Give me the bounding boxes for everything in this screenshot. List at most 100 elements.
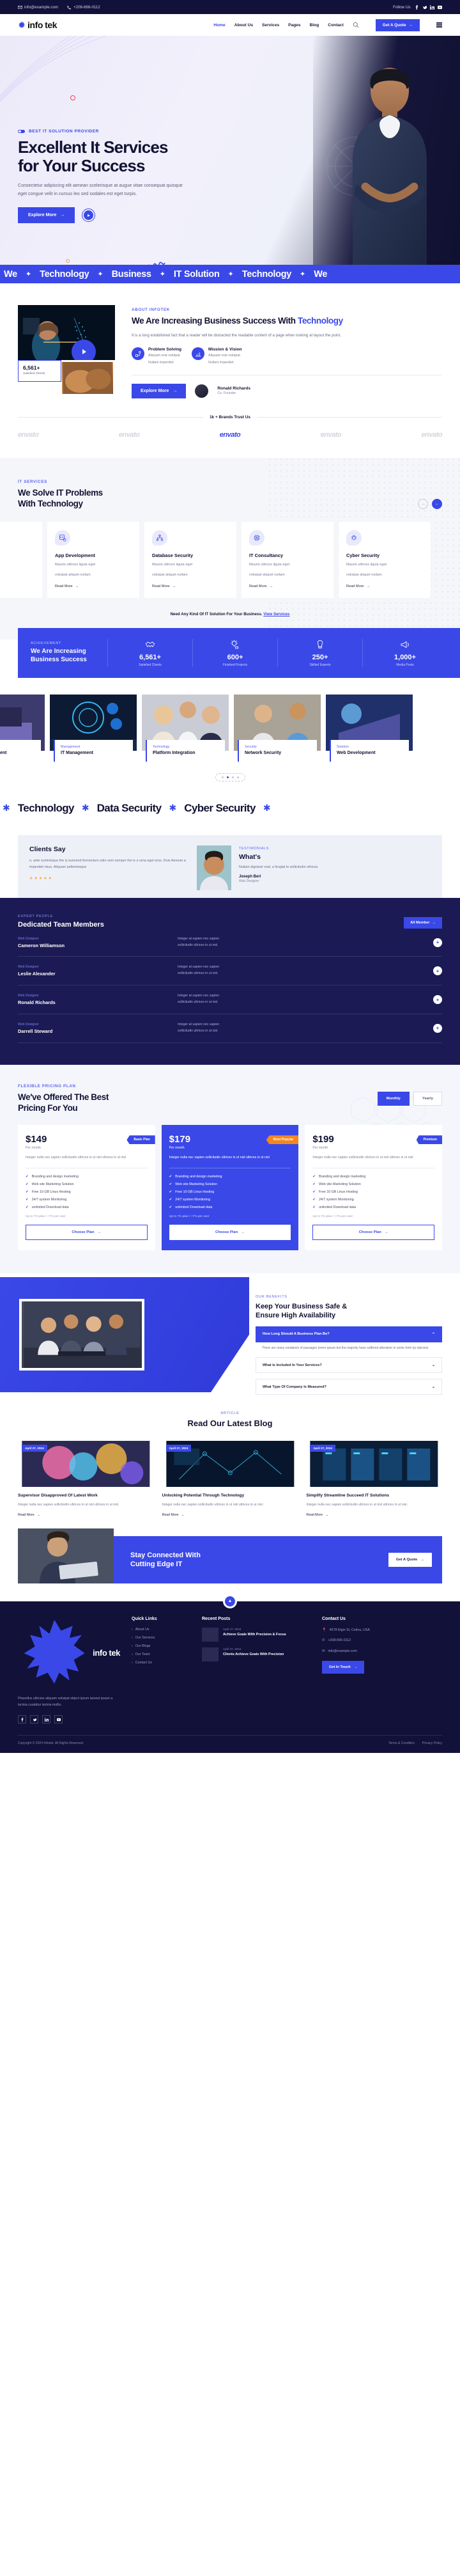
team-member-row[interactable]: Web Designer Cameron Williamson Integer … bbox=[18, 929, 442, 957]
brand-logo-4[interactable]: envato bbox=[422, 431, 443, 439]
linkedin-icon[interactable] bbox=[42, 1715, 50, 1724]
facebook-icon[interactable] bbox=[18, 1715, 26, 1724]
service-card[interactable]: Database Security Mauris ultrices ligula… bbox=[144, 522, 236, 598]
service-card[interactable]: Cyber Security Mauris ultrices ligula eg… bbox=[339, 522, 431, 598]
nav-item-home[interactable]: Home bbox=[213, 23, 225, 27]
expand-plus-icon[interactable]: + bbox=[433, 995, 442, 1005]
blog-card[interactable]: April 27, 2024 Supervisor Disapproved Of… bbox=[18, 1441, 154, 1517]
blog-read-more-link[interactable]: Read More → bbox=[162, 1513, 298, 1517]
hero-play-button[interactable] bbox=[82, 208, 96, 223]
arrow-up-icon[interactable]: ▲ bbox=[223, 1594, 237, 1608]
nav-item-pages[interactable]: Pages bbox=[288, 23, 300, 27]
about-video-thumbnail[interactable] bbox=[18, 305, 115, 366]
project-card[interactable]: Solution Web Development bbox=[326, 694, 413, 762]
team-member-row[interactable]: Web Designer Leslie Alexander Integer at… bbox=[18, 957, 442, 986]
privacy-link[interactable]: Privacy Policy bbox=[422, 1741, 442, 1745]
facebook-icon[interactable] bbox=[415, 4, 419, 10]
nav-item-contact[interactable]: Contact bbox=[328, 23, 344, 27]
footer-contact-phone[interactable]: ✆ +208-666-0112 bbox=[322, 1638, 442, 1643]
service-read-more-link[interactable]: Read More→ bbox=[55, 585, 132, 588]
footer-recent-post[interactable]: April 27, 2024 Clients Achieve Goals Wit… bbox=[202, 1647, 310, 1661]
service-desc-1: Mauris ultrices ligula eget bbox=[0, 562, 34, 569]
services-carousel[interactable]: Cyber Security Mauris ultrices ligula eg… bbox=[0, 522, 460, 598]
phone-contact[interactable]: +208-666-0112 bbox=[67, 5, 100, 10]
hamburger-icon[interactable] bbox=[436, 22, 442, 27]
team-member-line2: sollicitudin ultrices in ut nisl. bbox=[178, 1000, 218, 1005]
youtube-icon[interactable] bbox=[54, 1715, 63, 1724]
get-a-quote-button[interactable]: Get A Quote → bbox=[375, 19, 420, 31]
pricing-feature: ✔ unlimited Download data bbox=[169, 1206, 291, 1209]
footer-quick-links-title: Quick Links bbox=[132, 1616, 157, 1621]
about-explore-more-button[interactable]: Explore More → bbox=[132, 383, 187, 398]
footer-bottom-bar: Copyright © 2024 Infotek. All Rights Res… bbox=[18, 1735, 442, 1753]
check-icon: ✔ bbox=[312, 1198, 316, 1202]
email-contact[interactable]: info@example.com bbox=[18, 5, 58, 10]
nav-item-blog[interactable]: Blog bbox=[310, 23, 319, 27]
faq-item-2[interactable]: What Type Of Company Is Measured? ⌄ bbox=[256, 1379, 442, 1395]
nav-item-about-us[interactable]: About Us bbox=[234, 23, 253, 27]
choose-plan-button[interactable]: Choose Plan → bbox=[26, 1225, 148, 1241]
blog-post-excerpt: Integer nulla nec sapien sollicitudin ul… bbox=[18, 1502, 119, 1507]
carousel-dot-active[interactable] bbox=[226, 776, 229, 778]
nav-item-services[interactable]: Services bbox=[262, 23, 279, 27]
service-read-more-link[interactable]: Read More→ bbox=[152, 585, 229, 588]
blog-read-more-link[interactable]: Read More → bbox=[306, 1513, 442, 1517]
service-card[interactable]: Cyber Security Mauris ultrices ligula eg… bbox=[0, 522, 42, 598]
toggle-monthly[interactable]: Monthly bbox=[377, 1092, 410, 1106]
youtube-icon[interactable] bbox=[438, 5, 442, 10]
project-card[interactable]: Development App Development bbox=[0, 694, 45, 762]
hero-explore-more-button[interactable]: Explore More → bbox=[18, 207, 75, 224]
expand-plus-icon[interactable]: + bbox=[433, 938, 442, 947]
projects-carousel[interactable]: Development App Development Management I… bbox=[0, 694, 460, 762]
linkedin-icon[interactable] bbox=[430, 4, 434, 10]
services-prev-button[interactable]: ← bbox=[432, 499, 442, 510]
service-read-more-link[interactable]: Read More→ bbox=[249, 585, 326, 588]
project-card[interactable]: Security Network Security bbox=[234, 694, 321, 762]
carousel-dot[interactable] bbox=[231, 776, 234, 778]
service-read-more-link[interactable]: Read More→ bbox=[0, 585, 34, 588]
services-next-button[interactable]: → bbox=[418, 499, 428, 510]
footer-link-item[interactable]: › Our Team bbox=[132, 1653, 190, 1656]
get-in-touch-button[interactable]: Get In Touch → bbox=[322, 1661, 365, 1674]
service-card[interactable]: App Development Mauris ultrices ligula e… bbox=[47, 522, 139, 598]
brand-logo-2[interactable]: envato bbox=[220, 431, 241, 439]
toggle-yearly[interactable]: Yearly bbox=[413, 1092, 442, 1106]
service-card[interactable]: IT Consultancy Mauris ultrices ligula eg… bbox=[241, 522, 334, 598]
brand-logo-1[interactable]: envato bbox=[119, 431, 140, 439]
view-services-link[interactable]: View Services bbox=[263, 612, 289, 617]
expand-plus-icon[interactable]: + bbox=[433, 966, 442, 976]
chevron-down-icon: ⌄ bbox=[431, 1385, 435, 1390]
footer-link-item[interactable]: › Contact Us bbox=[132, 1661, 190, 1665]
search-icon[interactable] bbox=[353, 22, 359, 28]
carousel-dot[interactable] bbox=[236, 776, 239, 778]
all-members-button[interactable]: All Member → bbox=[404, 916, 442, 929]
footer-link-item[interactable]: › Our Blogs bbox=[132, 1644, 190, 1648]
blog-read-more-link[interactable]: Read More → bbox=[18, 1513, 154, 1517]
blog-card[interactable]: April 27, 2024 Unlocking Potential Throu… bbox=[162, 1441, 298, 1517]
footer-link-item[interactable]: › About Us bbox=[132, 1628, 190, 1631]
faq-item-1[interactable]: What Is Included In Your Services? ⌄ bbox=[256, 1357, 442, 1374]
team-member-row[interactable]: Web Designer Darrell Steward Integer at … bbox=[18, 1014, 442, 1043]
project-card[interactable]: Technology Platform Integration bbox=[142, 694, 229, 762]
logo[interactable]: info tek bbox=[18, 20, 57, 30]
service-read-more-link[interactable]: Read More→ bbox=[346, 585, 423, 588]
footer-logo[interactable]: info tek bbox=[18, 1617, 120, 1690]
choose-plan-button[interactable]: Choose Plan → bbox=[312, 1225, 435, 1241]
cta-quote-button[interactable]: Get A Quote → bbox=[388, 1552, 432, 1567]
footer-recent-post[interactable]: April 27, 2024 Achieve Goals With Precis… bbox=[202, 1627, 310, 1642]
twitter-icon[interactable] bbox=[30, 1715, 38, 1724]
choose-plan-button[interactable]: Choose Plan → bbox=[169, 1225, 291, 1241]
footer-link-item[interactable]: › Our Services bbox=[132, 1636, 190, 1640]
footer-contact-email[interactable]: ✉ info@example.com bbox=[322, 1649, 442, 1654]
blog-card[interactable]: April 27, 2024 Simplify Streamline Succe… bbox=[306, 1441, 442, 1517]
twitter-icon[interactable] bbox=[422, 5, 427, 10]
faq-item-0[interactable]: How Long Should A Business Plan Be? ⌃ bbox=[256, 1326, 442, 1342]
brand-logo-3[interactable]: envato bbox=[321, 431, 342, 439]
terms-link[interactable]: Terms & Condition bbox=[388, 1741, 415, 1745]
project-card[interactable]: Management IT Management bbox=[50, 694, 137, 762]
carousel-dot[interactable] bbox=[221, 776, 224, 778]
footer-quick-links-column: Quick Links › About Us › Our Services › Our… bbox=[132, 1617, 190, 1724]
team-member-row[interactable]: Web Designer Ronald Richards Integer at … bbox=[18, 986, 442, 1014]
expand-plus-icon[interactable]: + bbox=[433, 1023, 442, 1033]
brand-logo-0[interactable]: envato bbox=[18, 431, 39, 439]
